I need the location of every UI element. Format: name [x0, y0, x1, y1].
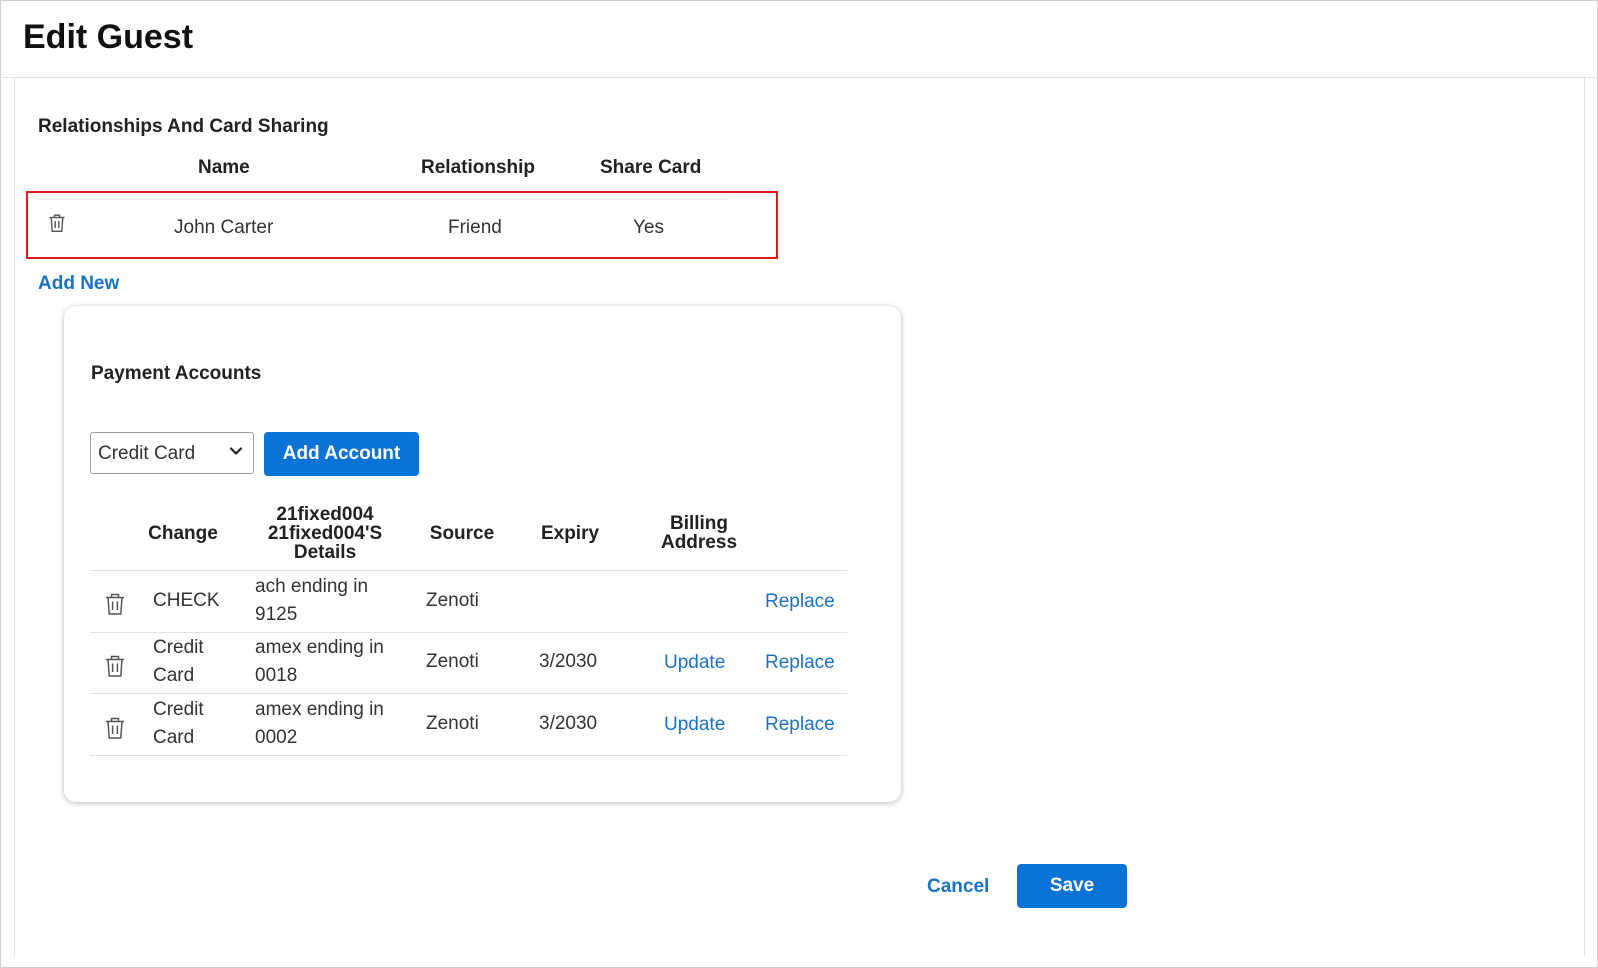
- payment-accounts-title: Payment Accounts: [91, 363, 262, 384]
- add-new-link[interactable]: Add New: [38, 273, 119, 295]
- column-header-relationship: Relationship: [421, 157, 536, 178]
- account-details: amex ending in 0002: [255, 699, 384, 748]
- divider: [1584, 77, 1585, 957]
- relationships-section-title: Relationships And Card Sharing: [38, 116, 329, 137]
- account-type-selected: Credit Card: [98, 443, 196, 464]
- relationship-row-highlight: [26, 191, 778, 259]
- account-details: ach ending in 9125: [255, 576, 369, 625]
- account-type-select[interactable]: Credit Card: [90, 432, 254, 474]
- divider: [14, 77, 15, 957]
- share-card-value: Yes: [633, 217, 664, 238]
- column-header-share-card: Share Card: [600, 157, 702, 178]
- divider: [90, 755, 847, 756]
- divider: [90, 570, 847, 571]
- account-type: CHECK: [153, 590, 220, 611]
- save-button[interactable]: Save: [1017, 864, 1127, 908]
- payment-accounts-card: Payment Accounts Credit Card Add Account…: [64, 306, 901, 802]
- trash-icon[interactable]: [104, 716, 126, 745]
- add-account-button[interactable]: Add Account: [264, 432, 419, 476]
- account-source: Zenoti: [426, 651, 479, 672]
- account-type: Credit Card: [153, 699, 204, 748]
- account-source: Zenoti: [426, 590, 479, 611]
- column-header-change: Change: [148, 523, 218, 544]
- column-header-billing-address: Billing Address: [660, 513, 738, 553]
- trash-icon[interactable]: [104, 654, 126, 683]
- replace-link[interactable]: Replace: [765, 714, 835, 736]
- update-link[interactable]: Update: [664, 714, 725, 736]
- divider: [90, 632, 847, 633]
- column-header-expiry: Expiry: [540, 523, 600, 544]
- chevron-down-icon: [229, 444, 243, 463]
- divider: [90, 693, 847, 694]
- trash-icon[interactable]: [48, 213, 66, 238]
- column-header-details: 21fixed004 21fixed004'S Details: [267, 504, 383, 563]
- relationship-name: John Carter: [174, 217, 274, 238]
- account-source: Zenoti: [426, 713, 479, 734]
- account-type: Credit Card: [153, 637, 204, 686]
- account-expiry: 3/2030: [539, 651, 598, 672]
- relationship-type: Friend: [448, 217, 502, 238]
- page-header: Edit Guest: [0, 0, 1598, 78]
- replace-link[interactable]: Replace: [765, 652, 835, 674]
- trash-icon[interactable]: [104, 592, 126, 621]
- column-header-name: Name: [198, 157, 250, 178]
- update-link[interactable]: Update: [664, 652, 725, 674]
- account-expiry: 3/2030: [539, 713, 598, 734]
- page-title: Edit Guest: [23, 18, 194, 56]
- account-details: amex ending in 0018: [255, 637, 384, 686]
- column-header-source: Source: [429, 523, 495, 544]
- cancel-button[interactable]: Cancel: [927, 876, 989, 898]
- replace-link[interactable]: Replace: [765, 591, 835, 613]
